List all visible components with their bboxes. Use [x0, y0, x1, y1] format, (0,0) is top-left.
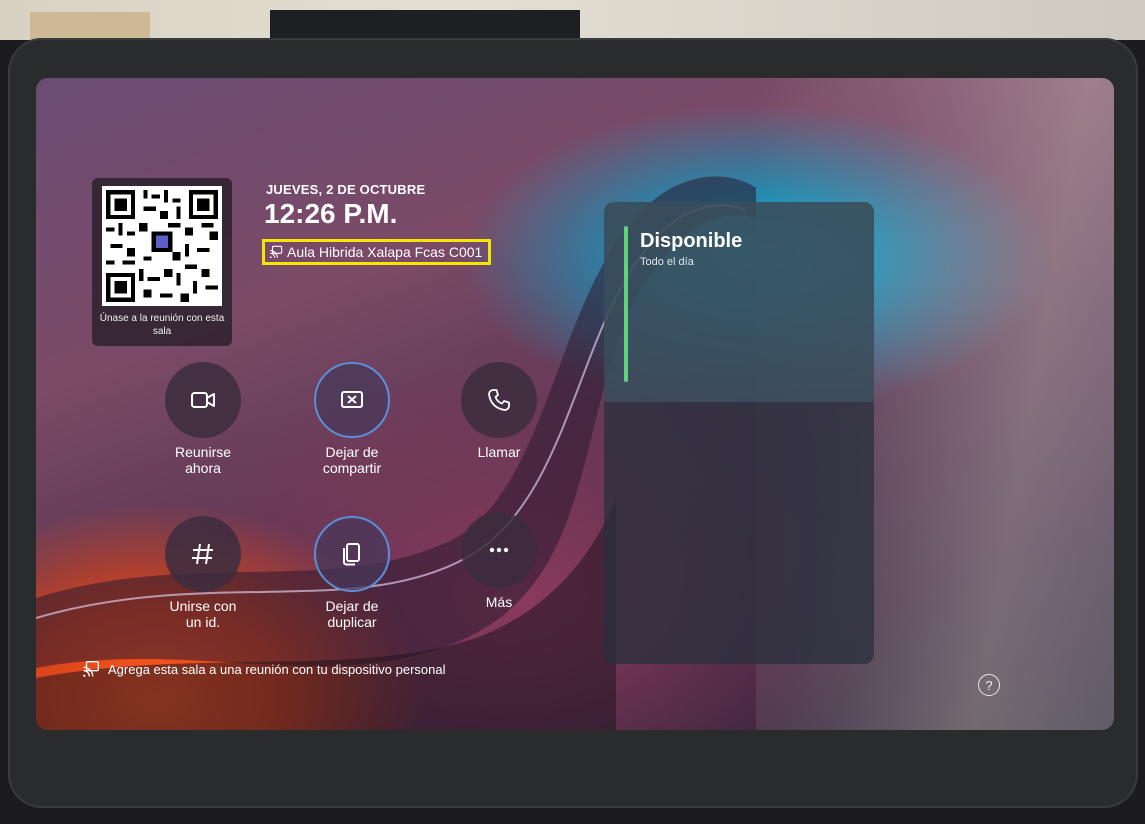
status-title: Disponible [640, 230, 743, 252]
meet-now-circle[interactable] [165, 362, 241, 438]
cast-icon [83, 661, 99, 677]
stop-duplicating-button[interactable]: Dejar de duplicar [292, 516, 412, 630]
more-button[interactable]: Más [439, 512, 559, 610]
room-name: Aula Hibrida Xalapa Fcas C001 [262, 239, 492, 265]
call-button[interactable]: Llamar [439, 362, 559, 460]
stop-sharing-label: Dejar de compartir [292, 444, 412, 476]
meet-now-label-line1: Reunirse [174, 444, 232, 460]
monitor-edge [270, 10, 580, 40]
stop-share-icon [341, 391, 363, 408]
personal-device-hint-text: Agrega esta sala a una reunión con tu di… [108, 661, 446, 677]
call-label-line1: Llamar [477, 444, 521, 460]
background-wall [0, 0, 1145, 40]
qr-code [102, 186, 222, 306]
teams-room-screen: Únase a la reunión con esta sala JUEVES,… [36, 78, 1114, 730]
phone-icon [488, 389, 510, 411]
qr-join-card[interactable]: Únase a la reunión con esta sala [92, 178, 232, 346]
stop-sharing-label-line1: Dejar de [325, 444, 379, 460]
meet-now-button[interactable]: Reunirse ahora [143, 362, 263, 476]
stop-duplicating-circle[interactable] [314, 516, 390, 592]
more-circle[interactable] [461, 512, 537, 588]
join-with-id-circle[interactable] [165, 516, 241, 592]
video-camera-icon [191, 392, 215, 408]
availability-bar [624, 226, 628, 382]
more-icon [489, 547, 509, 553]
cast-icon [269, 245, 283, 259]
wall-outlet [30, 12, 150, 40]
meet-now-label-line2: ahora [185, 460, 221, 476]
help-button[interactable]: ? [978, 674, 1000, 696]
hash-icon [192, 543, 213, 565]
status-subtitle: Todo el día [640, 256, 694, 268]
help-icon: ? [985, 677, 993, 693]
room-status-panel[interactable]: Disponible Todo el día [604, 202, 874, 664]
stop-sharing-circle[interactable] [314, 362, 390, 438]
join-with-id-label: Unirse con un id. [143, 598, 263, 630]
copy-icon [343, 543, 360, 566]
stop-sharing-button[interactable]: Dejar de compartir [292, 362, 412, 476]
more-label-line1: Más [485, 594, 513, 610]
date-label: JUEVES, 2 DE OCTUBRE [266, 182, 426, 197]
stop-duplicating-label: Dejar de duplicar [292, 598, 412, 630]
room-name-text: Aula Hibrida Xalapa Fcas C001 [287, 244, 483, 260]
join-with-id-button[interactable]: Unirse con un id. [143, 516, 263, 630]
more-label: Más [439, 594, 559, 610]
stop-sharing-label-line2: compartir [322, 460, 382, 476]
stop-duplicating-label-line2: duplicar [327, 614, 377, 630]
qr-caption: Únase a la reunión con esta sala [99, 313, 225, 337]
time-label: 12:26 P.M. [264, 198, 398, 229]
call-label: Llamar [439, 444, 559, 460]
personal-device-hint[interactable]: Agrega esta sala a una reunión con tu di… [82, 660, 446, 678]
join-with-id-label-line2: un id. [185, 614, 221, 630]
stop-duplicating-label-line1: Dejar de [325, 598, 379, 614]
call-circle[interactable] [461, 362, 537, 438]
join-with-id-label-line1: Unirse con [169, 598, 237, 614]
meet-now-label: Reunirse ahora [143, 444, 263, 476]
